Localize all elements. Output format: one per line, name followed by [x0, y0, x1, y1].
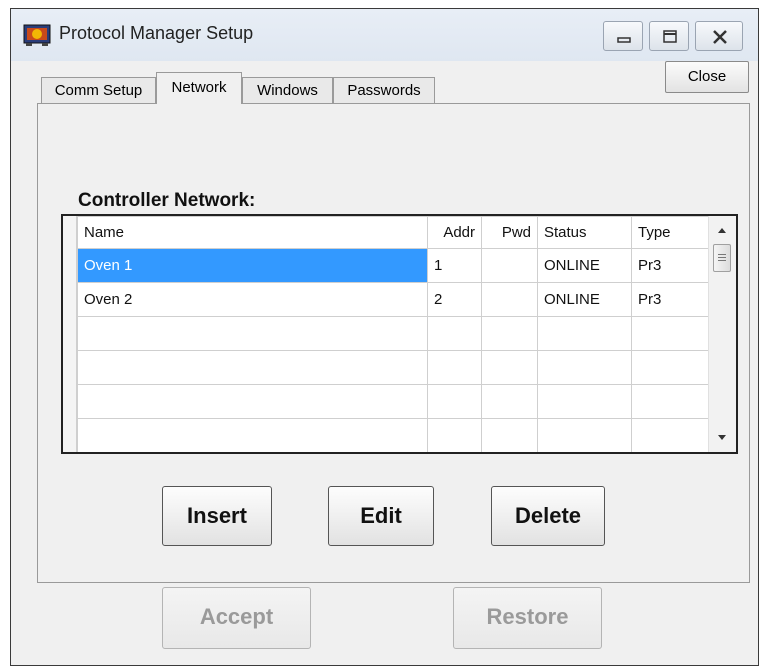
window-title: Protocol Manager Setup	[59, 23, 254, 43]
protocol-manager-window: Protocol Manager Setup Comm Setup Networ…	[10, 8, 759, 666]
cell-addr[interactable]: 2	[427, 282, 482, 317]
tab-windows[interactable]: Windows	[242, 77, 333, 103]
cell-pwd[interactable]	[481, 282, 538, 317]
maximize-icon	[663, 30, 677, 43]
table-row-empty[interactable]	[77, 350, 710, 385]
cell-status[interactable]: ONLINE	[537, 282, 632, 317]
close-icon	[713, 30, 727, 44]
table-row-empty[interactable]	[77, 384, 710, 419]
arrow-up-icon[interactable]	[717, 226, 727, 234]
table-row-empty[interactable]	[77, 418, 710, 452]
controller-network-label: Controller Network:	[78, 190, 256, 211]
window-close-button[interactable]	[695, 21, 743, 51]
protocol-manager-app-icon	[23, 23, 53, 47]
controller-network-grid[interactable]: Name Addr Pwd Status Type Oven 1 1 ONLIN…	[61, 214, 738, 454]
cell-addr[interactable]: 1	[427, 248, 482, 283]
table-row[interactable]: Oven 1 1 ONLINE Pr3	[77, 248, 710, 283]
minimize-icon	[617, 37, 631, 43]
controller-table: Name Addr Pwd Status Type Oven 1 1 ONLIN…	[77, 216, 710, 452]
cell-type[interactable]: Pr3	[631, 248, 710, 283]
vertical-scrollbar[interactable]	[708, 216, 736, 452]
title-bar[interactable]: Protocol Manager Setup	[11, 9, 758, 61]
delete-button[interactable]: Delete	[491, 486, 605, 546]
tab-comm-setup[interactable]: Comm Setup	[41, 77, 156, 103]
column-header-name[interactable]: Name	[77, 216, 428, 249]
arrow-down-icon[interactable]	[717, 434, 727, 442]
cell-type[interactable]: Pr3	[631, 282, 710, 317]
network-tab-panel: Controller Network: Name Addr Pwd Status…	[37, 103, 750, 583]
cell-name[interactable]: Oven 2	[77, 282, 428, 317]
tab-passwords[interactable]: Passwords	[333, 77, 435, 103]
table-row-empty[interactable]	[77, 316, 710, 351]
restore-button[interactable]: Restore	[453, 587, 602, 649]
cell-status[interactable]: ONLINE	[537, 248, 632, 283]
column-header-pwd[interactable]: Pwd	[481, 216, 538, 249]
table-row[interactable]: Oven 2 2 ONLINE Pr3	[77, 282, 710, 317]
minimize-button[interactable]	[603, 21, 643, 51]
row-header-column	[63, 216, 77, 452]
close-button[interactable]: Close	[665, 61, 749, 93]
accept-button[interactable]: Accept	[162, 587, 311, 649]
maximize-button[interactable]	[649, 21, 689, 51]
cell-pwd[interactable]	[481, 248, 538, 283]
cell-name[interactable]: Oven 1	[77, 248, 428, 283]
column-header-type[interactable]: Type	[631, 216, 710, 249]
column-header-status[interactable]: Status	[537, 216, 632, 249]
scrollbar-thumb[interactable]	[713, 244, 731, 272]
edit-button[interactable]: Edit	[328, 486, 434, 546]
column-header-addr[interactable]: Addr	[427, 216, 482, 249]
table-header-row: Name Addr Pwd Status Type	[77, 216, 710, 249]
insert-button[interactable]: Insert	[162, 486, 272, 546]
tab-network[interactable]: Network	[156, 72, 242, 104]
